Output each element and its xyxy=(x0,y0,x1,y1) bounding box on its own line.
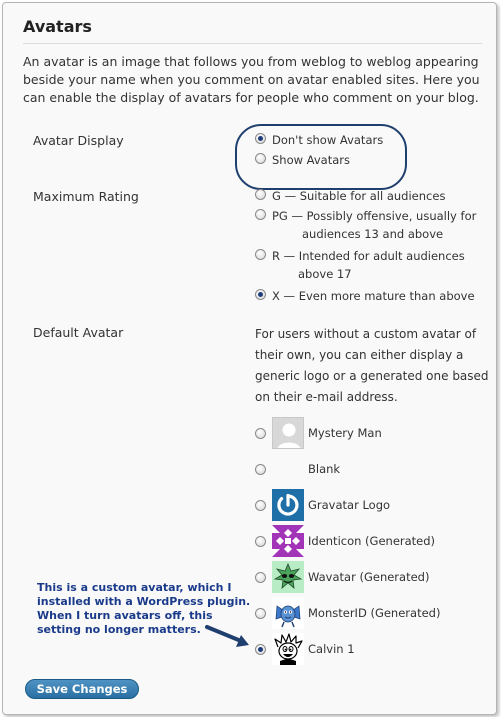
maximum-rating-label: Maximum Rating xyxy=(33,189,139,204)
radio-rating-pg[interactable] xyxy=(255,209,266,220)
option-rating-x[interactable]: X — Even more mature than above xyxy=(255,287,475,305)
option-label: Show Avatars xyxy=(272,153,351,167)
avatar-option-label: Identicon (Generated) xyxy=(308,534,436,548)
avatars-settings-panel: Avatars An avatar is an image that follo… xyxy=(2,2,497,715)
wavatar-icon xyxy=(272,561,304,593)
annotation-arrow-icon xyxy=(205,625,249,647)
avatar-option-label: Wavatar (Generated) xyxy=(308,570,430,584)
radio-gravatar-logo[interactable] xyxy=(255,499,266,511)
radio-blank[interactable] xyxy=(255,463,266,475)
option-label: Don't show Avatars xyxy=(272,133,384,147)
radio-rating-g[interactable] xyxy=(255,189,266,200)
avatar-option-calvin[interactable]: Calvin 1 xyxy=(255,633,355,665)
default-avatar-description: For users without a custom avatar of the… xyxy=(255,327,489,404)
gravatar-logo-icon xyxy=(272,489,304,521)
avatar-option-wavatar[interactable]: Wavatar (Generated) xyxy=(255,561,429,593)
radio-rating-r[interactable] xyxy=(255,249,266,260)
avatar-option-label: MonsterID (Generated) xyxy=(308,606,441,620)
default-avatar-label: Default Avatar xyxy=(33,325,124,340)
option-label-line2: above 17 xyxy=(298,267,352,281)
title-divider xyxy=(23,43,482,44)
avatar-option-gravatar-logo[interactable]: Gravatar Logo xyxy=(255,489,390,521)
option-label: X — Even more mature than above xyxy=(272,289,475,303)
avatar-option-identicon[interactable]: Identicon (Generated) xyxy=(255,525,435,557)
save-changes-button[interactable]: Save Changes xyxy=(25,679,139,699)
radio-calvin[interactable] xyxy=(255,643,266,655)
avatar-option-blank[interactable]: Blank xyxy=(255,453,340,485)
option-label-line1: R — Intended for adult audiences xyxy=(272,249,465,263)
radio-dont-show-avatars[interactable] xyxy=(255,133,266,144)
avatar-option-label: Calvin 1 xyxy=(308,642,355,656)
avatar-option-label: Gravatar Logo xyxy=(308,498,391,512)
avatar-option-label: Blank xyxy=(308,462,341,476)
option-label-line1: PG — Possibly offensive, usually for xyxy=(272,209,477,223)
radio-monsterid[interactable] xyxy=(255,607,266,619)
monsterid-icon xyxy=(272,597,304,629)
option-label: R — Intended for adult audiences above 1… xyxy=(272,247,465,283)
radio-show-avatars[interactable] xyxy=(255,153,266,164)
section-intro: An avatar is an image that follows you f… xyxy=(23,54,480,105)
option-label-line2: audiences 13 and above xyxy=(302,227,444,241)
option-label: PG — Possibly offensive, usually for aud… xyxy=(272,207,476,243)
avatar-display-label: Avatar Display xyxy=(33,133,124,148)
avatar-option-mystery-man[interactable]: Mystery Man xyxy=(255,417,382,449)
radio-wavatar[interactable] xyxy=(255,571,266,583)
radio-identicon[interactable] xyxy=(255,535,266,547)
radio-rating-x[interactable] xyxy=(255,289,266,300)
mystery-man-icon xyxy=(272,417,304,449)
radio-mystery-man[interactable] xyxy=(255,427,266,439)
blank-icon xyxy=(272,453,304,485)
option-show-avatars[interactable]: Show Avatars xyxy=(255,151,350,169)
option-rating-r[interactable]: R — Intended for adult audiences above 1… xyxy=(255,247,465,283)
option-rating-pg[interactable]: PG — Possibly offensive, usually for aud… xyxy=(255,207,476,243)
identicon-icon xyxy=(272,525,304,557)
option-label: G — Suitable for all audiences xyxy=(272,189,446,203)
section-title: Avatars xyxy=(23,17,92,36)
option-rating-g[interactable]: G — Suitable for all audiences xyxy=(255,187,445,205)
avatar-option-label: Mystery Man xyxy=(308,426,382,440)
calvin-icon xyxy=(272,633,304,665)
avatar-option-monsterid[interactable]: MonsterID (Generated) xyxy=(255,597,440,629)
option-dont-show-avatars[interactable]: Don't show Avatars xyxy=(255,131,383,149)
